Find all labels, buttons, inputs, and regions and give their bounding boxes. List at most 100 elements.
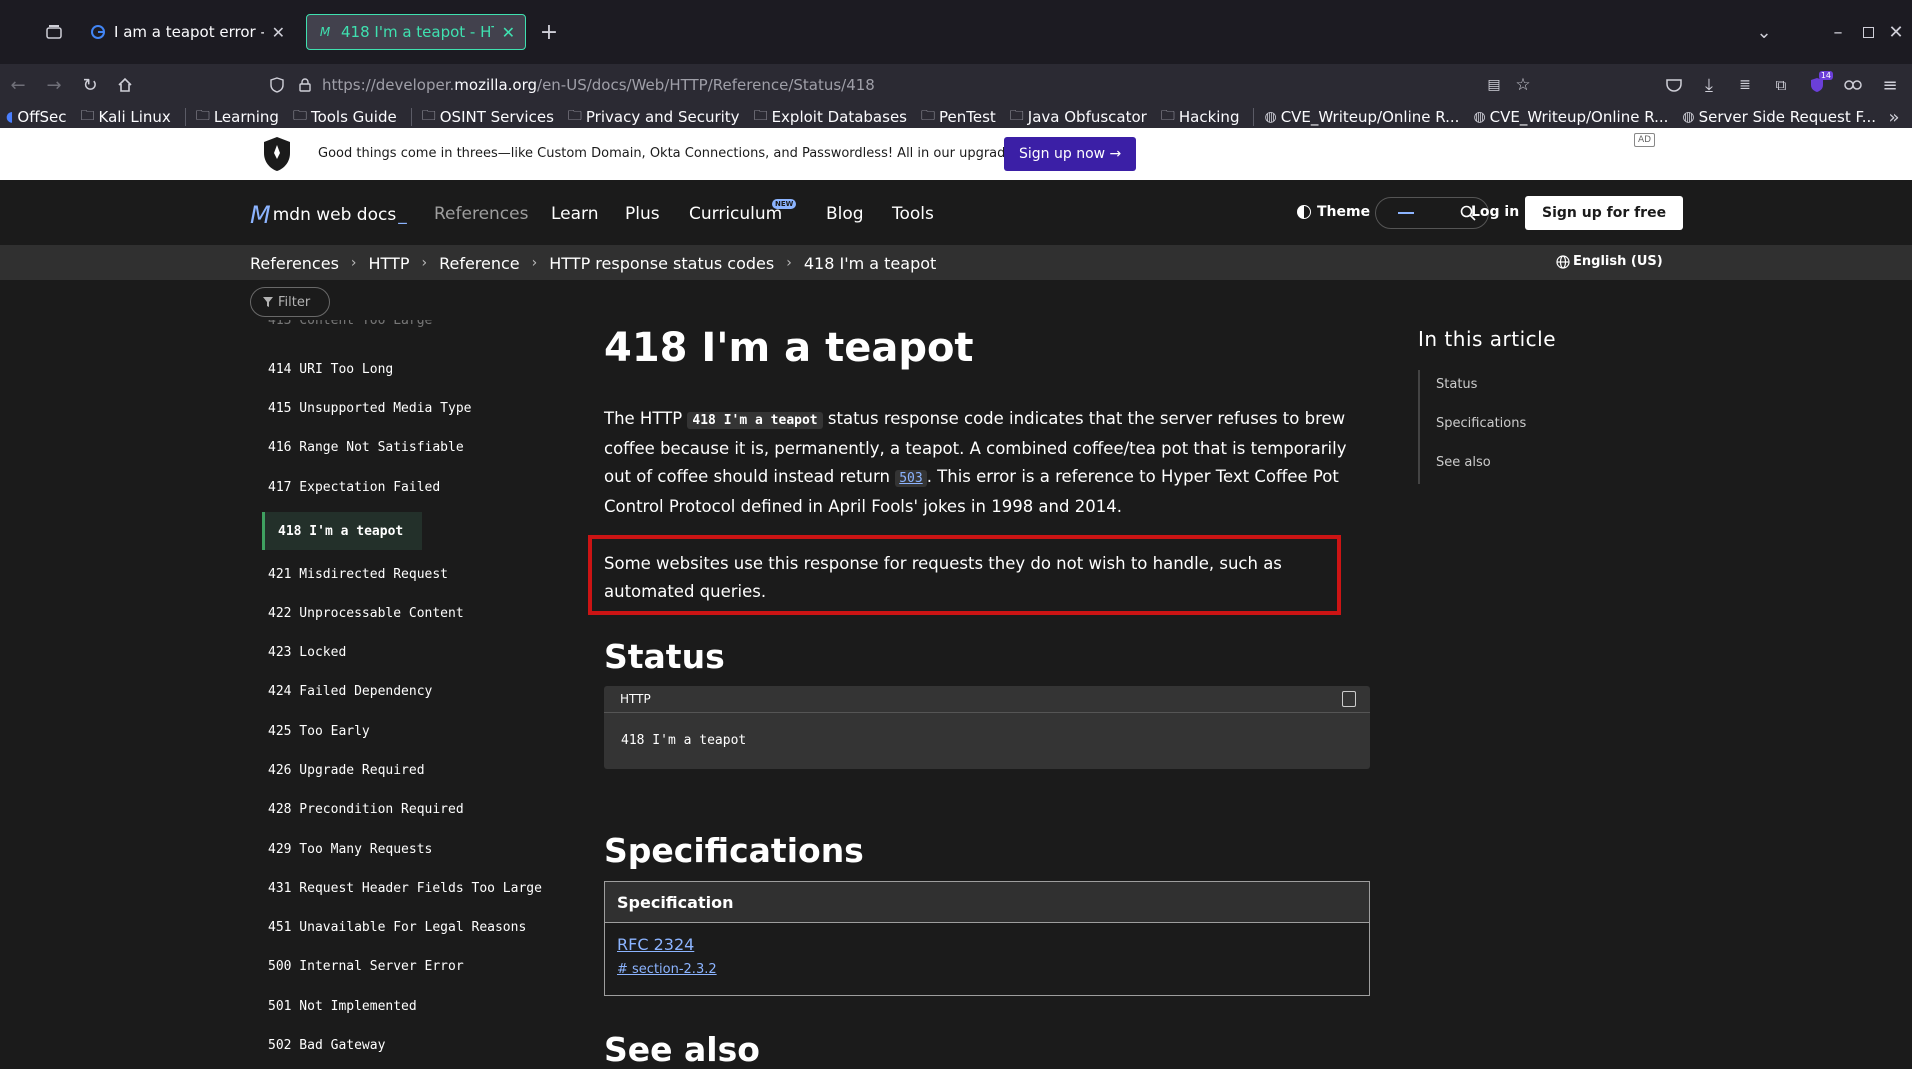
nav-learn[interactable]: Learn: [551, 204, 599, 224]
sidebar-item[interactable]: 415 Unsupported Media Type: [268, 401, 472, 416]
bookmark-privacy-security[interactable]: 🗀 Privacy and Security: [568, 106, 740, 128]
sidebar-item[interactable]: 421 Misdirected Request: [268, 567, 448, 582]
new-tab-icon[interactable]: +: [538, 20, 560, 45]
specifications-table: Specification RFC 2324 # section-2.3.2: [604, 881, 1370, 996]
tab-mdn-teapot[interactable]: M 418 I'm a teapot - HTTP | M ✕: [306, 14, 526, 50]
toc-item-specifications[interactable]: Specifications: [1436, 416, 1526, 431]
breadcrumb-references[interactable]: References ›: [250, 254, 369, 273]
browser-tab-bar: I am a teapot error - Goo ✕ M 418 I'm a …: [0, 0, 1912, 64]
bookmark-cve-writeup-2[interactable]: ◍ CVE_Writeup/Online R...: [1473, 108, 1668, 126]
sidebar-item[interactable]: 428 Precondition Required: [268, 802, 464, 817]
forward-icon[interactable]: →: [44, 75, 64, 96]
folder-icon: 🗀: [80, 108, 95, 124]
close-tab-icon[interactable]: ✕: [502, 23, 515, 42]
sidebar-item[interactable]: 417 Expectation Failed: [268, 480, 440, 495]
code-language-label: HTTP: [604, 686, 1370, 713]
bookmark-pentest[interactable]: 🗀 PenTest: [921, 106, 996, 128]
ad-text: Good things come in threes—like Custom D…: [318, 146, 1088, 161]
sidebar-item[interactable]: 422 Unprocessable Content: [268, 606, 464, 621]
profile-mask-icon[interactable]: [1843, 75, 1863, 95]
url-input[interactable]: https://developer. mozilla.org/en-US/docs…: [322, 70, 1597, 100]
menu-hamburger-icon[interactable]: ≡: [1880, 75, 1900, 96]
breadcrumb-reference[interactable]: Reference ›: [439, 254, 549, 273]
sidebar-item[interactable]: 423 Locked: [268, 645, 346, 660]
copy-icon[interactable]: [1342, 691, 1356, 707]
breadcrumb-http[interactable]: HTTP ›: [369, 254, 440, 273]
home-icon[interactable]: [115, 75, 135, 95]
nav-references[interactable]: References: [434, 204, 528, 224]
bookmark-kali-linux[interactable]: 🗀 Kali Linux: [81, 106, 171, 128]
close-tab-icon[interactable]: ✕: [272, 23, 285, 42]
nav-blog[interactable]: Blog: [826, 204, 864, 224]
close-window-icon[interactable]: ✕: [1886, 20, 1906, 44]
sidebar-item[interactable]: 425 Too Early: [268, 724, 370, 739]
status-503-link[interactable]: 503: [895, 470, 927, 487]
sidebar-item[interactable]: 500 Internal Server Error: [268, 959, 464, 974]
globe-icon: ◍: [1264, 109, 1277, 125]
reload-icon[interactable]: ↻: [80, 75, 100, 96]
bookmark-star-icon[interactable]: ☆: [1513, 75, 1533, 95]
rfc-2324-link[interactable]: RFC 2324: [617, 935, 1357, 954]
toc-item-status[interactable]: Status: [1436, 377, 1477, 392]
login-link[interactable]: Log in: [1471, 204, 1519, 220]
back-icon[interactable]: ←: [8, 75, 28, 96]
sidebar-item[interactable]: 416 Range Not Satisfiable: [268, 440, 464, 455]
list-all-tabs-icon[interactable]: ⌄: [1754, 20, 1774, 44]
bookmark-java-obfuscator[interactable]: 🗀 Java Obfuscator: [1010, 106, 1147, 128]
sidebar-item[interactable]: 424 Failed Dependency: [268, 684, 432, 699]
chevron-right-icon: ›: [350, 255, 357, 271]
downloads-icon[interactable]: ⤓: [1699, 75, 1719, 96]
tracking-protection-shield-icon[interactable]: [268, 76, 286, 94]
sidebar-item[interactable]: 426 Upgrade Required: [268, 763, 425, 778]
sidebar-item[interactable]: 431 Request Header Fields Too Large: [268, 881, 542, 896]
bookmark-offsec[interactable]: ◖ OffSec: [6, 108, 67, 126]
extensions-icon[interactable]: ⧉: [1771, 75, 1791, 95]
breadcrumb-status-codes[interactable]: HTTP response status codes ›: [549, 254, 804, 273]
more-bookmarks-chevron-icon[interactable]: »: [1884, 107, 1904, 128]
bookmark-learning[interactable]: 🗀 Learning: [196, 106, 279, 128]
search-cursor: [1398, 212, 1414, 214]
sidebar-item[interactable]: 429 Too Many Requests: [268, 842, 432, 857]
extension-shield-icon[interactable]: 14: [1807, 71, 1833, 95]
mdn-logo[interactable]: Mmdn web docs _: [250, 201, 407, 229]
tab-google-search[interactable]: I am a teapot error - Goo ✕: [80, 14, 295, 50]
see-also-heading: See also: [604, 1030, 760, 1069]
globe-icon: ◍: [1682, 109, 1695, 125]
sidebar-item[interactable]: 451 Unavailable For Legal Reasons: [268, 920, 526, 935]
nav-curriculum[interactable]: Curriculum: [689, 204, 782, 224]
sidebar-item[interactable]: 414 URI Too Long: [268, 362, 393, 377]
filter-button[interactable]: Filter: [250, 287, 330, 317]
minimize-icon[interactable]: –: [1828, 20, 1848, 44]
nav-plus[interactable]: Plus: [625, 204, 660, 224]
section-link[interactable]: # section-2.3.2: [617, 962, 1357, 977]
settings-sliders-icon[interactable]: ≣: [1735, 75, 1755, 95]
bookmark-tools-guide[interactable]: 🗀 Tools Guide: [293, 106, 397, 128]
bookmark-ssrf[interactable]: ◍ Server Side Request F...: [1682, 108, 1876, 126]
sidebar-item[interactable]: 501 Not Implemented: [268, 999, 417, 1014]
signup-button[interactable]: Sign up for free: [1525, 196, 1684, 230]
bookmark-exploit-databases[interactable]: 🗀 Exploit Databases: [754, 106, 907, 128]
theme-toggle[interactable]: Theme: [1297, 204, 1370, 220]
language-switcher[interactable]: English (US): [1556, 254, 1663, 269]
breadcrumb-current[interactable]: 418 I'm a teapot: [804, 254, 936, 273]
reader-view-icon[interactable]: ▤: [1485, 76, 1503, 94]
folder-icon: 🗀: [421, 108, 436, 124]
sidebar-item[interactable]: 413 Content Too Large: [268, 320, 432, 328]
table-of-contents: Status Specifications See also: [1418, 370, 1526, 484]
bookmark-hacking[interactable]: 🗀 Hacking: [1161, 106, 1240, 128]
toc-item-see-also[interactable]: See also: [1436, 455, 1491, 470]
bookmark-cve-writeup-1[interactable]: ◍ CVE_Writeup/Online R...: [1264, 108, 1459, 126]
maximize-icon[interactable]: [1858, 22, 1878, 42]
sidebar-item[interactable]: 502 Bad Gateway: [268, 1038, 385, 1053]
specifications-heading: Specifications: [604, 831, 864, 870]
nav-tools[interactable]: Tools: [892, 204, 934, 224]
bookmark-osint-services[interactable]: 🗀 OSINT Services: [422, 106, 554, 128]
chevron-right-icon: ›: [786, 255, 792, 271]
ad-signup-button[interactable]: Sign up now →: [1004, 137, 1137, 171]
lock-icon[interactable]: [296, 76, 314, 94]
sidebar-item-active[interactable]: 418 I'm a teapot: [262, 512, 422, 550]
mdn-icon: M: [319, 25, 331, 39]
tab-overview-icon[interactable]: [44, 22, 64, 42]
pocket-icon[interactable]: [1664, 75, 1684, 95]
mdn-header: Mmdn web docs _ References Learn Plus Cur…: [0, 180, 1912, 246]
